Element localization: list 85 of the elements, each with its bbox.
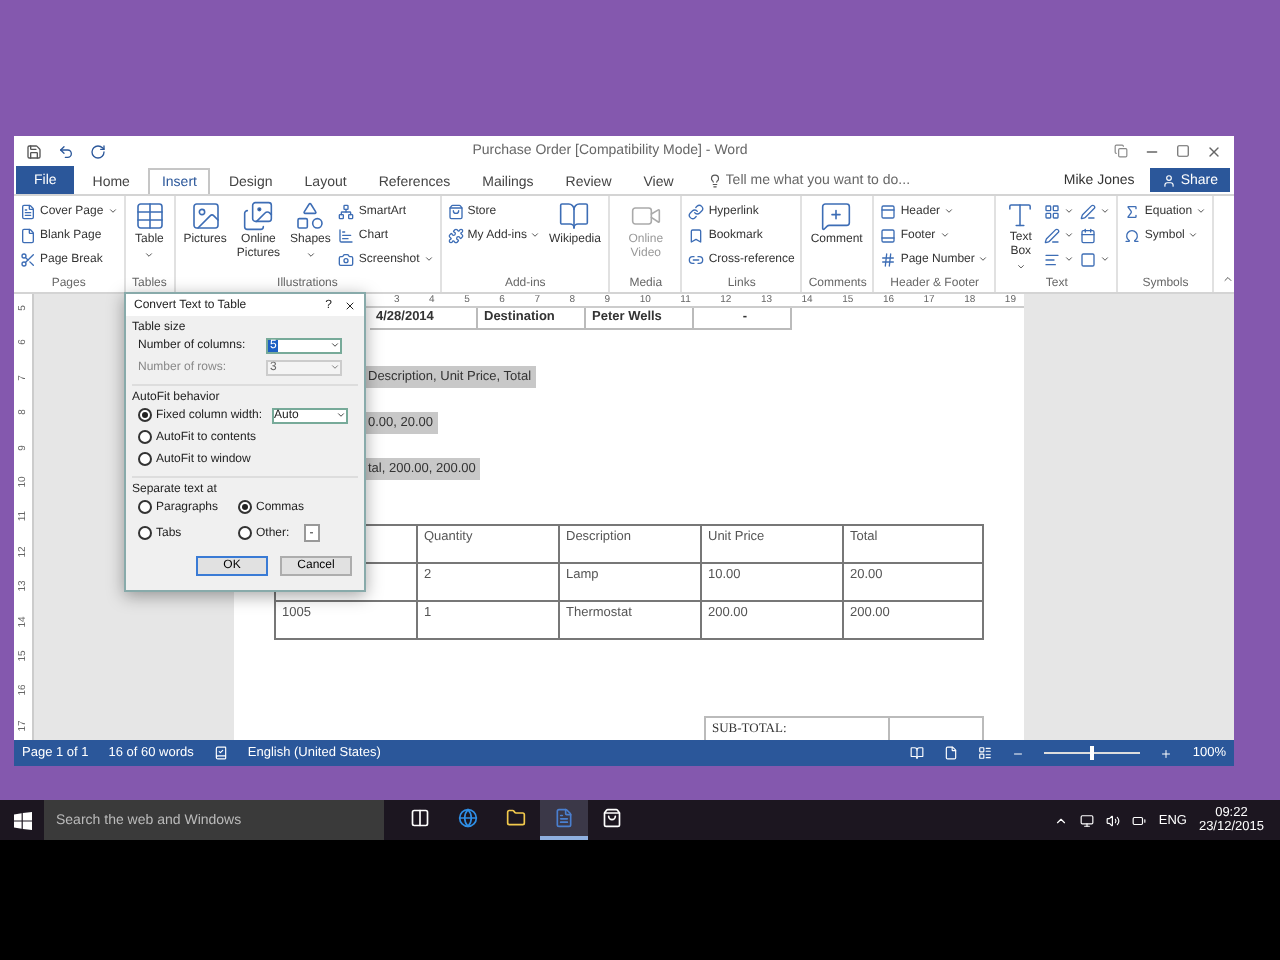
page-icon <box>20 227 36 243</box>
images-icon <box>242 200 275 232</box>
shopping-bag-icon <box>447 203 464 219</box>
caret-icon <box>1100 254 1111 264</box>
print-layout-icon[interactable] <box>944 746 959 760</box>
caret-icon <box>944 206 955 216</box>
battery-icon[interactable] <box>1132 813 1147 827</box>
person-icon <box>1162 173 1177 187</box>
caret-icon <box>939 230 950 240</box>
frame-icon <box>1080 251 1097 267</box>
caret-icon <box>530 230 541 240</box>
document-icon <box>20 203 36 219</box>
windows-logo-icon <box>13 811 31 829</box>
ribbon-button[interactable] <box>1044 224 1075 246</box>
link-icon <box>688 203 705 219</box>
pen-icon <box>1044 227 1061 243</box>
zoom-in-icon[interactable] <box>1160 747 1173 759</box>
zoom-thumb[interactable] <box>1090 746 1095 760</box>
scissors-icon <box>20 251 36 267</box>
radio-button[interactable] <box>238 500 252 514</box>
image-icon <box>189 200 222 232</box>
ribbon-display-icon[interactable] <box>1114 144 1128 158</box>
spin-arrows-icon <box>336 410 346 420</box>
caret-icon <box>1015 262 1026 272</box>
caret-icon <box>1188 230 1199 240</box>
radio-button[interactable] <box>138 526 152 540</box>
grid-icon <box>1044 203 1061 219</box>
caret-icon <box>1064 254 1075 264</box>
read-mode-icon[interactable] <box>910 746 925 760</box>
repeat-icon[interactable] <box>90 143 106 159</box>
camera-icon <box>338 251 355 267</box>
document-icon <box>554 808 574 828</box>
caret-icon <box>423 254 434 264</box>
task-view-icon <box>410 808 430 828</box>
table-icon <box>133 200 166 232</box>
align-left-icon <box>1044 251 1061 267</box>
puzzle-icon <box>447 227 464 243</box>
chain-icon <box>688 251 705 267</box>
web-layout-icon[interactable] <box>978 746 993 760</box>
ribbon-button[interactable] <box>1044 200 1075 222</box>
letter-icon <box>1004 200 1037 231</box>
caret-icon <box>144 250 155 260</box>
comment-plus-icon <box>820 200 853 232</box>
bookmark-icon <box>688 227 705 243</box>
collapse-ribbon-icon[interactable] <box>1222 272 1234 286</box>
chevron-up-icon[interactable] <box>1054 813 1069 827</box>
spin-arrows-icon <box>330 362 340 372</box>
save-icon[interactable] <box>26 143 42 159</box>
undo-icon[interactable] <box>58 143 74 159</box>
globe-icon <box>458 808 478 828</box>
bar-chart-icon <box>338 227 355 243</box>
hash-icon <box>880 251 897 267</box>
caret-icon <box>107 206 118 216</box>
book-icon <box>558 200 591 232</box>
omega-icon <box>1124 227 1141 243</box>
radio-button[interactable] <box>138 430 152 444</box>
shapes-icon <box>294 200 327 232</box>
pen-icon <box>1080 203 1097 219</box>
radio-button[interactable] <box>138 500 152 514</box>
diagram-icon <box>338 203 355 219</box>
proofing-icon[interactable] <box>213 746 228 760</box>
caret-icon <box>305 250 316 260</box>
shopping-bag-icon <box>602 808 622 828</box>
radio-button[interactable] <box>138 452 152 466</box>
caret-icon <box>1100 206 1111 216</box>
close-icon[interactable] <box>344 299 356 311</box>
zoom-out-icon[interactable] <box>1012 747 1025 759</box>
ribbon-button[interactable] <box>1080 248 1111 270</box>
caret-icon <box>1064 206 1075 216</box>
maximize-icon[interactable] <box>1176 144 1190 158</box>
sigma-icon <box>1124 203 1141 219</box>
lightbulb-icon <box>707 174 722 188</box>
volume-icon[interactable] <box>1106 813 1121 827</box>
spin-arrows-icon <box>330 340 340 350</box>
caret-icon <box>1196 206 1207 216</box>
folder-icon <box>506 808 526 828</box>
caret-icon <box>978 254 989 264</box>
radio-button[interactable] <box>138 408 152 422</box>
header-panel-icon <box>880 203 897 219</box>
radio-button[interactable] <box>238 526 252 540</box>
ribbon-button[interactable] <box>1080 200 1111 222</box>
network-icon[interactable] <box>1080 813 1095 827</box>
footer-panel-icon <box>880 227 897 243</box>
calendar-icon <box>1080 227 1097 243</box>
caret-icon <box>1064 230 1075 240</box>
